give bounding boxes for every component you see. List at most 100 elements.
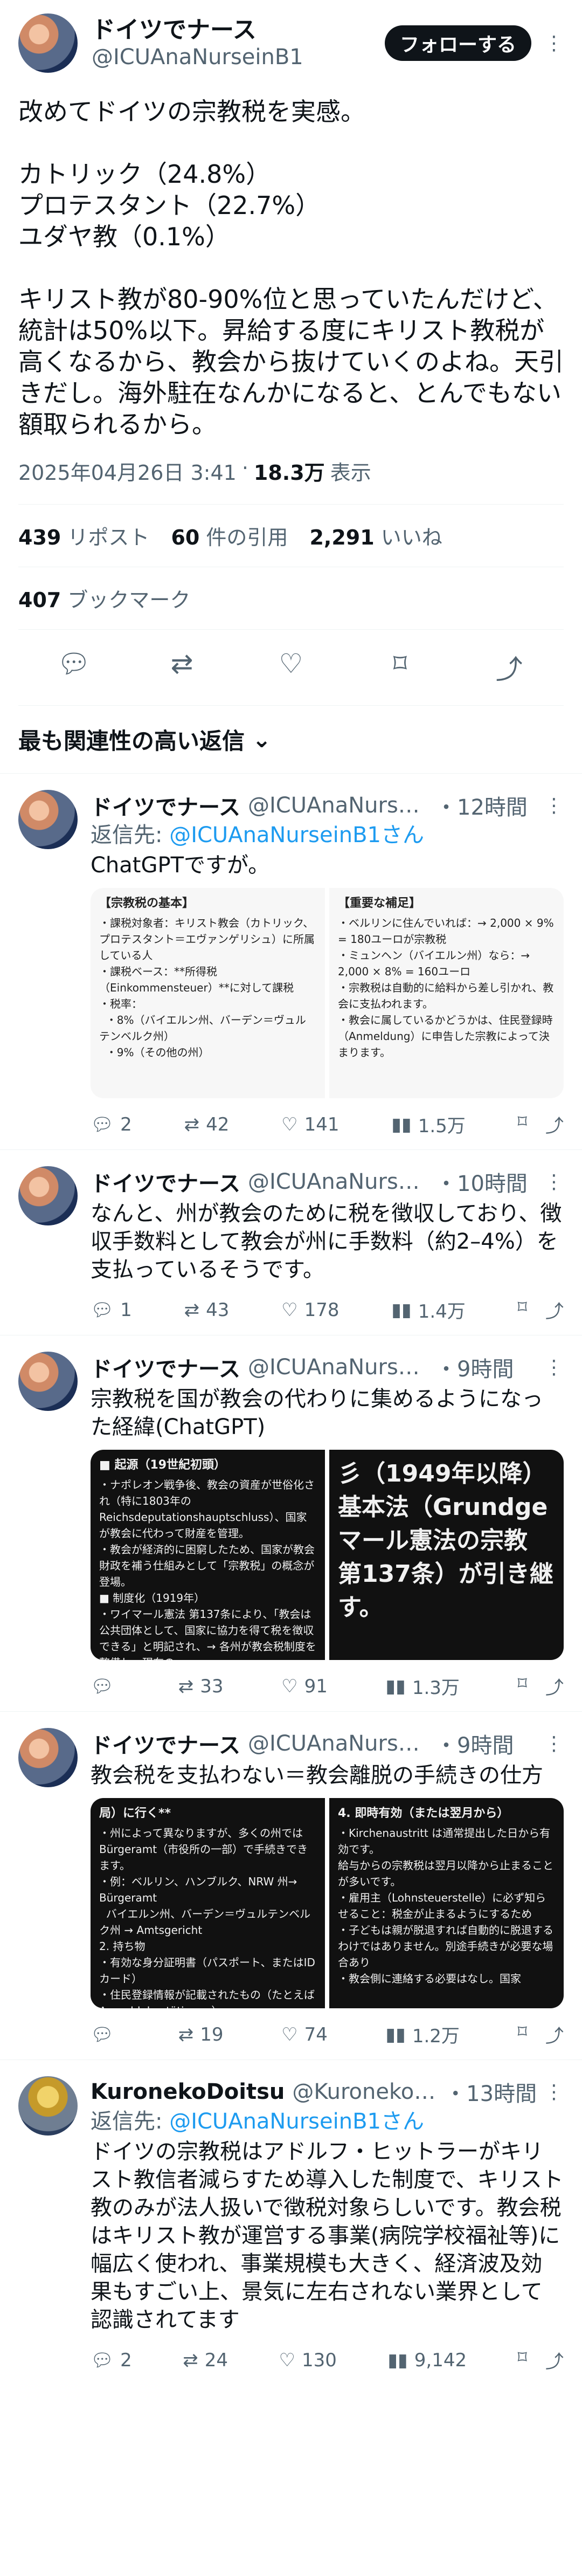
- reply-time[interactable]: ・10時間: [435, 1166, 528, 1197]
- reply-time[interactable]: ・9時間: [435, 1728, 514, 1759]
- reply-time[interactable]: ・13時間: [445, 2076, 537, 2107]
- media-image[interactable]: ■ 起源（19世紀初頭） ・ナポレオン戦争後、教会の資産が世俗化され（特に180…: [91, 1450, 325, 1660]
- views-button[interactable]: ▮▮ 1.4万: [391, 1297, 466, 1323]
- like-button[interactable]: ♡ 74: [281, 2024, 328, 2045]
- reply-author-name[interactable]: ドイツでナース: [91, 1728, 240, 1759]
- bookmarks-stat[interactable]: 407 ブックマーク: [18, 583, 190, 613]
- author-avatar[interactable]: [18, 13, 78, 73]
- likes-stat[interactable]: 2,291 いいね: [309, 521, 442, 550]
- views-button[interactable]: ▮▮ 1.2万: [385, 2021, 460, 2048]
- repost-button[interactable]: ⇄ 24: [183, 2350, 228, 2371]
- more-options-icon[interactable]: ⋮: [537, 2081, 564, 2103]
- bookmark-icon[interactable]: ⌑: [518, 2347, 527, 2373]
- reply-item[interactable]: ドイツでナース @ICUAnaNursei... ・10時間 ⋮ なんと、州が教…: [0, 1150, 582, 1335]
- reply-item[interactable]: ドイツでナース @ICUAnaNursei... ・12時間 ⋮ 返信先: @I…: [0, 774, 582, 1150]
- share-icon[interactable]: ⤴: [545, 2347, 564, 2373]
- reply-author-handle[interactable]: @ICUAnaNursei...: [248, 1169, 431, 1194]
- more-options-icon[interactable]: ⋮: [531, 1171, 564, 1193]
- share-icon[interactable]: ⤴: [545, 1673, 564, 1699]
- repost-button[interactable]: ⇄ 42: [184, 1114, 230, 1135]
- reply-text: ChatGPTですが。: [91, 853, 270, 878]
- repost-button[interactable]: ⇄ 33: [178, 1676, 224, 1697]
- reply-button[interactable]: 💬︎: [91, 1676, 120, 1697]
- bookmarks-label: ブックマーク: [67, 588, 191, 612]
- follow-button[interactable]: フォローする: [384, 25, 531, 61]
- reply-author-name[interactable]: ドイツでナース: [91, 790, 240, 821]
- repost-count: 33: [200, 1675, 224, 1697]
- share-icon[interactable]: ⤴: [493, 648, 525, 687]
- reply-button[interactable]: 💬︎ 2: [91, 2350, 132, 2371]
- views-button[interactable]: ▮▮ 9,142: [387, 2350, 467, 2371]
- reply-item[interactable]: ドイツでナース @ICUAnaNursein... ・9時間 ⋮ 宗教税を国が教…: [0, 1335, 582, 1712]
- reply-avatar[interactable]: [18, 2076, 78, 2136]
- share-icon[interactable]: ⤴: [545, 2021, 564, 2048]
- reply-author-name[interactable]: ドイツでナース: [91, 1352, 240, 1383]
- share-icon[interactable]: ⤴: [545, 1297, 564, 1323]
- reply-media[interactable]: 局）に行く** ・州によって異なりますが、多くの州ではBürgeramt（市役所…: [91, 1798, 564, 2008]
- like-button[interactable]: ♡ 141: [281, 1114, 339, 1135]
- reply-button[interactable]: 💬︎ 2: [91, 1114, 132, 1135]
- views-icon: ▮▮: [391, 1299, 412, 1321]
- repost-button[interactable]: ⇄ 19: [178, 2024, 224, 2045]
- more-options-icon[interactable]: ⋮: [531, 1356, 564, 1379]
- reply-author-name[interactable]: ドイツでナース: [91, 1166, 240, 1197]
- reply-time[interactable]: ・9時間: [435, 1352, 514, 1383]
- more-options-icon[interactable]: ⋮: [531, 795, 564, 817]
- bookmark-icon[interactable]: ⌑: [518, 1673, 527, 1699]
- reposts-stat[interactable]: 439 リポスト: [18, 521, 149, 550]
- author-handle[interactable]: @ICUAnaNurseinB1: [92, 44, 385, 70]
- media-image[interactable]: 【重要な補足】 ・ベルリンに住んでいれば：→ 2,000 × 9% = 180ユ…: [329, 888, 564, 1098]
- reply-icon[interactable]: 💬︎: [57, 648, 91, 687]
- replying-to-mention[interactable]: @ICUAnaNurseinB1さん: [169, 2109, 424, 2134]
- media-image[interactable]: 局）に行く** ・州によって異なりますが、多くの州ではBürgeramt（市役所…: [91, 1798, 325, 2008]
- repost-button[interactable]: ⇄ 43: [184, 1299, 230, 1321]
- reply-item[interactable]: ドイツでナース @ICUAnaNursein... ・9時間 ⋮ 教会税を支払わ…: [0, 1712, 582, 2060]
- bookmark-icon[interactable]: ⌑: [518, 1297, 527, 1323]
- reply-sort-selector[interactable]: 最も関連性の高い返信 ⌄: [0, 706, 582, 773]
- reply-author-handle[interactable]: @ICUAnaNursein...: [248, 1355, 431, 1380]
- reply-avatar[interactable]: [18, 1728, 78, 1787]
- author-names: ドイツでナース @ICUAnaNurseinB1: [92, 16, 385, 70]
- reply-item[interactable]: KuronekoDoitsu @KuronekoDoi... ・13時間 ⋮ 返…: [0, 2060, 582, 2385]
- like-button[interactable]: ♡ 178: [281, 1299, 339, 1321]
- post-detail-page: ドイツでナース @ICUAnaNurseinB1 フォローする ⋮ 改めてドイツ…: [0, 0, 582, 2385]
- replying-to-mention[interactable]: @ICUAnaNurseinB1さん: [169, 823, 424, 848]
- reply-avatar[interactable]: [18, 1166, 78, 1225]
- media-image[interactable]: 4. 即時有効（または翌月から） ・Kirchenaustritt は通常提出し…: [329, 1798, 564, 2008]
- reply-header: ドイツでナース @ICUAnaNursein... ・9時間 ⋮: [91, 1728, 564, 1759]
- post-timestamp[interactable]: 2025年04月26日 3:41: [18, 456, 237, 486]
- author-display-name[interactable]: ドイツでナース: [92, 16, 385, 44]
- reply-avatar[interactable]: [18, 790, 78, 849]
- bookmark-icon[interactable]: ⌑: [518, 2021, 527, 2048]
- bookmark-icon[interactable]: ⌑: [518, 1111, 527, 1138]
- bookmark-icon[interactable]: ⌑: [384, 648, 416, 687]
- reply-media[interactable]: 【宗教税の基本】 ・課税対象者：キリスト教会（カトリック、プロテスタント＝エヴァ…: [91, 888, 564, 1098]
- reply-button[interactable]: 💬︎ 1: [91, 1299, 132, 1321]
- reply-button[interactable]: 💬︎: [91, 2024, 120, 2045]
- views-button[interactable]: ▮▮ 1.3万: [385, 1673, 460, 1699]
- reply-time[interactable]: ・12時間: [435, 790, 528, 821]
- reply-author-handle[interactable]: @ICUAnaNursei...: [248, 793, 431, 818]
- repost-icon[interactable]: ⇄: [166, 648, 198, 687]
- reply-author-handle[interactable]: @KuronekoDoi...: [292, 2079, 440, 2104]
- like-button[interactable]: ♡ 91: [281, 1676, 328, 1697]
- views-icon: ▮▮: [387, 2349, 408, 2371]
- like-icon[interactable]: ♡: [275, 648, 307, 687]
- like-icon: ♡: [281, 1299, 298, 1321]
- like-button[interactable]: ♡ 130: [279, 2350, 336, 2371]
- reply-media[interactable]: ■ 起源（19世紀初頭） ・ナポレオン戦争後、教会の資産が世俗化され（特に180…: [91, 1450, 564, 1660]
- reply-extra-actions: ⌑ ⤴: [518, 1673, 564, 1699]
- media-image[interactable]: 彡（1949年以降） 基本法（Grundge マール憲法の宗教 第137条）が引…: [329, 1450, 564, 1660]
- reply-author-handle[interactable]: @ICUAnaNursein...: [248, 1731, 431, 1756]
- reply-extra-actions: ⌑ ⤴: [518, 1297, 564, 1323]
- more-options-icon[interactable]: ⋮: [531, 32, 564, 54]
- quotes-stat[interactable]: 60 件の引用: [171, 521, 288, 550]
- more-options-icon[interactable]: ⋮: [531, 1733, 564, 1755]
- media-image[interactable]: 【宗教税の基本】 ・課税対象者：キリスト教会（カトリック、プロテスタント＝エヴァ…: [91, 888, 325, 1098]
- reply-author-name[interactable]: KuronekoDoitsu: [91, 2079, 285, 2104]
- like-count: 130: [301, 2349, 337, 2371]
- reply-avatar[interactable]: [18, 1352, 78, 1411]
- share-icon[interactable]: ⤴: [545, 1111, 564, 1138]
- views-button[interactable]: ▮▮ 1.5万: [391, 1111, 466, 1138]
- like-icon: ♡: [281, 2023, 298, 2045]
